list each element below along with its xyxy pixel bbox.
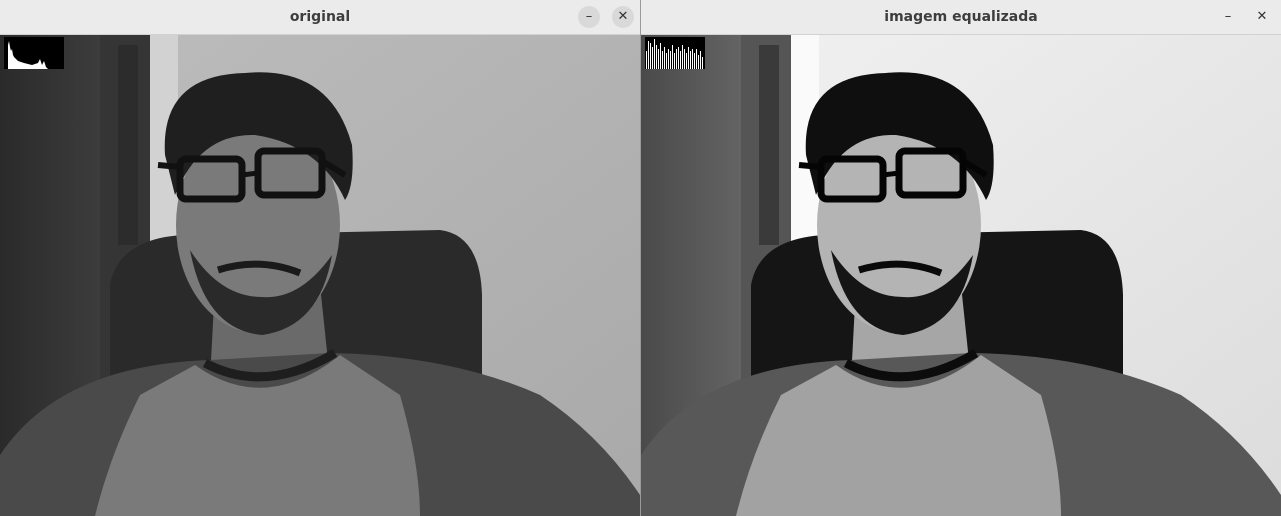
minimize-icon[interactable]: – (1217, 6, 1239, 28)
histogram-overlay (645, 37, 705, 69)
camera-image (0, 35, 640, 516)
image-canvas (641, 35, 1281, 516)
close-icon[interactable]: ✕ (612, 6, 634, 28)
image-canvas (0, 35, 640, 516)
minimize-icon[interactable]: – (578, 6, 600, 28)
window-original: original – ✕ (0, 0, 640, 516)
close-icon[interactable]: ✕ (1251, 6, 1273, 28)
titlebar[interactable]: imagem equalizada – ✕ (641, 0, 1281, 35)
window-title: imagem equalizada (884, 9, 1038, 25)
titlebar[interactable]: original – ✕ (0, 0, 640, 35)
window-title: original (289, 9, 351, 25)
histogram-overlay (4, 37, 64, 69)
window-equalized: imagem equalizada – ✕ (641, 0, 1281, 516)
camera-image (641, 35, 1281, 516)
